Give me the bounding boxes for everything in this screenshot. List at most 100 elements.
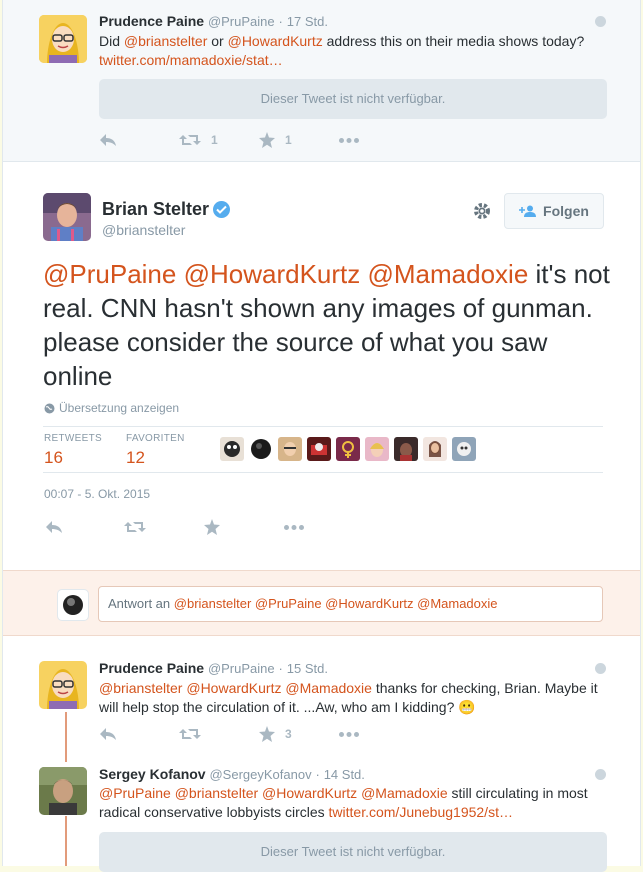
- separator: ·: [278, 14, 283, 29]
- timestamp[interactable]: 14 Std.: [324, 767, 365, 782]
- favoriter-avatar[interactable]: [278, 437, 302, 461]
- star-icon: [259, 726, 275, 742]
- mention-link[interactable]: @HowardKurtz: [228, 33, 323, 49]
- translate-label: Übersetzung anzeigen: [59, 401, 180, 415]
- author-handle[interactable]: @PruPaine: [208, 661, 275, 676]
- parent-tweet[interactable]: Prudence Paine @PruPaine · 17 Std. Did @…: [3, 0, 640, 162]
- retweets-label[interactable]: RETWEETS: [44, 433, 102, 444]
- favoriter-avatar[interactable]: [336, 437, 360, 461]
- author-name[interactable]: Brian Stelter: [102, 199, 209, 220]
- verified-icon: [213, 201, 231, 218]
- author-handle[interactable]: @PruPaine: [208, 14, 275, 29]
- reply-icon: [46, 521, 62, 533]
- retweet-icon: [179, 729, 201, 739]
- favorite-button[interactable]: 3: [259, 726, 292, 742]
- author-name[interactable]: Prudence Paine: [99, 660, 204, 676]
- more-button[interactable]: [284, 525, 304, 530]
- text-segment: radical conservative lobbyists circles: [99, 804, 329, 820]
- favoriter-avatar[interactable]: [394, 437, 418, 461]
- tweet-header: Sergey Kofanov @SergeyKofanov · 14 Std.: [99, 766, 365, 782]
- tweet-date[interactable]: 00:07 - 5. Okt. 2015: [44, 487, 150, 501]
- ellipsis-icon: [284, 525, 304, 530]
- url-link[interactable]: twitter.com/mamadoxie/stat…: [99, 52, 283, 68]
- favorite-count: 1: [285, 133, 292, 147]
- favoriter-avatar[interactable]: [249, 437, 273, 461]
- follow-button[interactable]: Folgen: [504, 193, 604, 229]
- tweet-text: Did @brianstelter or @HowardKurtz addres…: [99, 32, 609, 70]
- unavailable-quote: Dieser Tweet ist nicht verfügbar.: [99, 79, 607, 119]
- text-segment: Did: [99, 33, 124, 49]
- favoriter-avatar[interactable]: [365, 437, 389, 461]
- avatar-sergey[interactable]: [39, 767, 87, 815]
- more-button[interactable]: [339, 138, 359, 143]
- text-segment: or: [207, 33, 228, 49]
- favorite-count: 3: [285, 727, 292, 741]
- star-icon: [259, 132, 275, 148]
- mention-link[interactable]: @HowardKurtz: [184, 259, 361, 289]
- retweet-count: 1: [211, 133, 218, 147]
- avatar-brian[interactable]: [43, 193, 91, 241]
- more-button[interactable]: [339, 732, 359, 737]
- main-tweet-text: @PruPaine @HowardKurtz @Mamadoxie it's n…: [43, 257, 613, 393]
- favoriter-avatar[interactable]: [423, 437, 447, 461]
- tweet-header: Prudence Paine @PruPaine · 17 Std.: [99, 13, 328, 29]
- star-icon: [204, 519, 220, 535]
- timestamp[interactable]: 17 Std.: [287, 14, 328, 29]
- separator: ·: [315, 767, 320, 782]
- author-handle[interactable]: @brianstelter: [102, 222, 185, 238]
- retweet-button[interactable]: [179, 727, 201, 741]
- reply-prefix: Antwort an: [108, 596, 174, 611]
- translate-link[interactable]: Übersetzung anzeigen: [44, 401, 179, 415]
- own-avatar: [57, 589, 89, 621]
- unavailable-quote: Dieser Tweet ist nicht verfügbar.: [99, 832, 607, 872]
- divider: [43, 426, 603, 427]
- mention-link[interactable]: @PruPaine: [43, 259, 176, 289]
- retweet-button[interactable]: [124, 520, 146, 534]
- reply-icon: [100, 728, 116, 740]
- mention-link[interactable]: @PruPaine @brianstelter @HowardKurtz @Ma…: [99, 785, 448, 801]
- mention-link[interactable]: @brianstelter @HowardKurtz @Mamadoxie: [99, 680, 372, 696]
- reply-icon: [100, 134, 116, 146]
- author-handle[interactable]: @SergeyKofanov: [209, 767, 311, 782]
- favorites-count[interactable]: 12: [126, 448, 145, 468]
- tweet-text: @PruPaine @brianstelter @HowardKurtz @Ma…: [99, 784, 619, 822]
- favorite-button[interactable]: [204, 519, 220, 535]
- retweet-button[interactable]: 1: [179, 133, 218, 147]
- favorite-button[interactable]: 1: [259, 132, 292, 148]
- reply-button[interactable]: [45, 520, 63, 534]
- thread-connector: [65, 816, 67, 866]
- mention-link[interactable]: @Mamadoxie: [368, 259, 529, 289]
- more-options-icon[interactable]: [595, 663, 606, 674]
- tweet-thread: Prudence Paine @PruPaine · 17 Std. Did @…: [2, 0, 641, 872]
- favoriter-avatar[interactable]: [220, 437, 244, 461]
- retweet-icon: [179, 135, 201, 145]
- mention-link[interactable]: @brianstelter: [124, 33, 207, 49]
- retweet-icon: [124, 522, 146, 532]
- avatar-prudence[interactable]: [39, 15, 87, 63]
- reply-button[interactable]: [99, 133, 117, 147]
- avatar-prudence[interactable]: [39, 661, 87, 709]
- author-name[interactable]: Prudence Paine: [99, 13, 204, 29]
- text-segment: will help stop the circulation of it. ..…: [99, 699, 476, 715]
- tweet-header: Prudence Paine @PruPaine · 15 Std.: [99, 660, 328, 676]
- follow-label: Folgen: [543, 203, 589, 219]
- thread-connector: [65, 712, 67, 762]
- favoriter-avatar[interactable]: [452, 437, 476, 461]
- author-name[interactable]: Sergey Kofanov: [99, 766, 206, 782]
- ellipsis-icon: [339, 138, 359, 143]
- text-segment: address this on their media shows today?: [322, 33, 585, 49]
- timestamp[interactable]: 15 Std.: [287, 661, 328, 676]
- main-author[interactable]: Brian Stelter: [102, 199, 231, 220]
- more-options-icon[interactable]: [595, 16, 606, 27]
- more-options-icon[interactable]: [595, 769, 606, 780]
- url-link[interactable]: twitter.com/Junebug1952/st…: [329, 804, 513, 820]
- reply-input[interactable]: Antwort an @brianstelter @PruPaine @Howa…: [98, 586, 603, 622]
- favoriters-list: [220, 437, 476, 461]
- favorites-label[interactable]: FAVORITEN: [126, 433, 185, 444]
- divider: [43, 472, 603, 473]
- gear-icon[interactable]: [473, 202, 491, 225]
- reply-button[interactable]: [99, 727, 117, 741]
- reply-mentions: @brianstelter @PruPaine @HowardKurtz @Ma…: [173, 596, 498, 611]
- favoriter-avatar[interactable]: [307, 437, 331, 461]
- retweets-count[interactable]: 16: [44, 448, 63, 468]
